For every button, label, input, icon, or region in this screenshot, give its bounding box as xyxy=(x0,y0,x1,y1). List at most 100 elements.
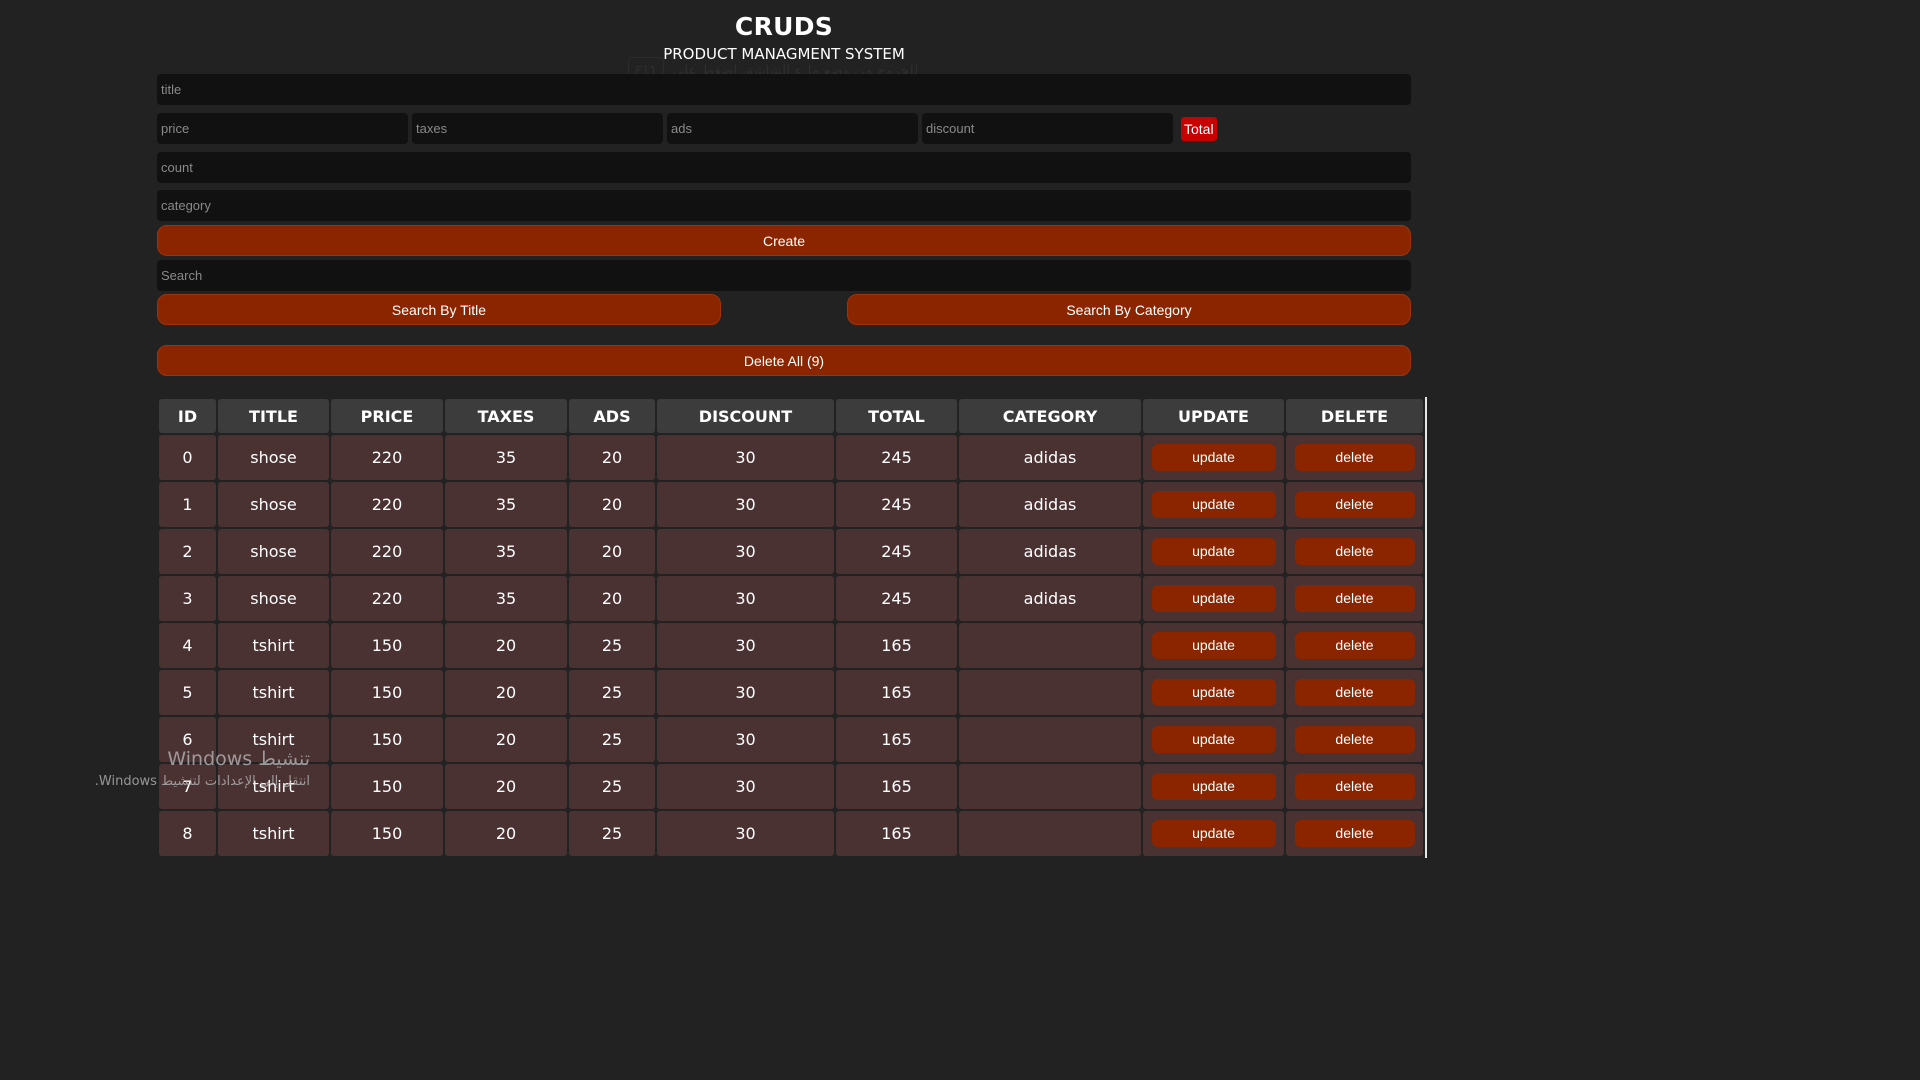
table-row: 6 tshirt 150 20 25 30 165 update delete xyxy=(159,717,1423,762)
windows-activation-watermark: تنشيط Windows انتقل إلى الإعدادات لتنشيط… xyxy=(78,748,310,789)
cell-category xyxy=(959,764,1141,809)
cell-price: 220 xyxy=(331,576,443,621)
cell-taxes: 20 xyxy=(445,811,567,856)
cell-update: update xyxy=(1143,529,1284,574)
cell-id: 8 xyxy=(159,811,216,856)
table-row: 2 shose 220 35 20 30 245 adidas update delete xyxy=(159,529,1423,574)
cell-id: 4 xyxy=(159,623,216,668)
cell-taxes: 20 xyxy=(445,623,567,668)
cell-taxes: 35 xyxy=(445,576,567,621)
cell-total: 165 xyxy=(836,670,957,715)
category-row xyxy=(157,190,1411,221)
cell-update: update xyxy=(1143,811,1284,856)
price-row: Total xyxy=(157,113,1411,144)
cell-discount: 30 xyxy=(657,576,834,621)
cell-price: 150 xyxy=(331,811,443,856)
count-input[interactable] xyxy=(157,152,1411,183)
delete-button[interactable]: delete xyxy=(1294,773,1415,800)
cell-title: shose xyxy=(218,482,329,527)
cell-ads: 20 xyxy=(569,435,655,480)
delete-button[interactable]: delete xyxy=(1294,585,1415,612)
cell-discount: 30 xyxy=(657,482,834,527)
cell-delete: delete xyxy=(1286,717,1423,762)
cell-title: shose xyxy=(218,435,329,480)
cell-delete: delete xyxy=(1286,482,1423,527)
cell-taxes: 35 xyxy=(445,482,567,527)
header-category: CATEGORY xyxy=(959,399,1141,433)
watermark-line-1: تنشيط Windows xyxy=(167,748,310,770)
cell-total: 165 xyxy=(836,717,957,762)
delete-button[interactable]: delete xyxy=(1294,538,1415,565)
cell-category: adidas xyxy=(959,482,1141,527)
header-update: UPDATE xyxy=(1143,399,1284,433)
delete-button[interactable]: delete xyxy=(1294,726,1415,753)
cell-update: update xyxy=(1143,670,1284,715)
cell-price: 150 xyxy=(331,623,443,668)
delete-button[interactable]: delete xyxy=(1294,444,1415,471)
cell-taxes: 20 xyxy=(445,717,567,762)
create-button[interactable]: Create xyxy=(157,225,1411,256)
delete-button[interactable]: delete xyxy=(1294,679,1415,706)
cell-taxes: 20 xyxy=(445,764,567,809)
cell-update: update xyxy=(1143,623,1284,668)
price-input[interactable] xyxy=(157,113,408,144)
header-id: ID xyxy=(159,399,216,433)
cell-price: 150 xyxy=(331,717,443,762)
cell-id: 3 xyxy=(159,576,216,621)
search-buttons-row: Search By Title Search By Category xyxy=(157,294,1411,325)
cell-total: 165 xyxy=(836,623,957,668)
search-by-category-button[interactable]: Search By Category xyxy=(847,294,1411,325)
update-button[interactable]: update xyxy=(1151,773,1276,800)
cell-total: 165 xyxy=(836,764,957,809)
title-input[interactable] xyxy=(157,74,1411,105)
cell-id: 2 xyxy=(159,529,216,574)
cell-delete: delete xyxy=(1286,623,1423,668)
cell-ads: 25 xyxy=(569,717,655,762)
update-button[interactable]: update xyxy=(1151,444,1276,471)
cell-ads: 25 xyxy=(569,623,655,668)
cell-category xyxy=(959,811,1141,856)
cell-taxes: 20 xyxy=(445,670,567,715)
search-by-title-button[interactable]: Search By Title xyxy=(157,294,721,325)
products-table: ID TITLE PRICE TAXES ADS DISCOUNT TOTAL … xyxy=(157,397,1427,858)
table-row: 0 shose 220 35 20 30 245 adidas update delete xyxy=(159,435,1423,480)
cell-discount: 30 xyxy=(657,529,834,574)
cell-ads: 25 xyxy=(569,764,655,809)
cell-title: shose xyxy=(218,576,329,621)
header-price: PRICE xyxy=(331,399,443,433)
delete-button[interactable]: delete xyxy=(1294,632,1415,659)
ads-input[interactable] xyxy=(667,113,918,144)
delete-all-button[interactable]: Delete All (9) xyxy=(157,345,1411,376)
cell-category xyxy=(959,623,1141,668)
update-button[interactable]: update xyxy=(1151,585,1276,612)
cell-ads: 20 xyxy=(569,529,655,574)
update-button[interactable]: update xyxy=(1151,491,1276,518)
update-button[interactable]: update xyxy=(1151,632,1276,659)
table-row: 8 tshirt 150 20 25 30 165 update delete xyxy=(159,811,1423,856)
cell-category: adidas xyxy=(959,529,1141,574)
delete-button[interactable]: delete xyxy=(1294,820,1415,847)
search-row xyxy=(157,260,1411,291)
update-button[interactable]: update xyxy=(1151,679,1276,706)
category-input[interactable] xyxy=(157,190,1411,221)
cell-delete: delete xyxy=(1286,811,1423,856)
discount-input[interactable] xyxy=(922,113,1173,144)
search-input[interactable] xyxy=(157,260,1411,291)
update-button[interactable]: update xyxy=(1151,726,1276,753)
delete-all-row: Delete All (9) xyxy=(157,345,1411,376)
update-button[interactable]: update xyxy=(1151,538,1276,565)
table-row: 5 tshirt 150 20 25 30 165 update delete xyxy=(159,670,1423,715)
cell-discount: 30 xyxy=(657,764,834,809)
cell-category xyxy=(959,670,1141,715)
delete-button[interactable]: delete xyxy=(1294,491,1415,518)
taxes-input[interactable] xyxy=(412,113,663,144)
cell-ads: 20 xyxy=(569,482,655,527)
cell-id: 0 xyxy=(159,435,216,480)
cell-price: 150 xyxy=(331,764,443,809)
cell-category: adidas xyxy=(959,435,1141,480)
cell-update: update xyxy=(1143,764,1284,809)
update-button[interactable]: update xyxy=(1151,820,1276,847)
cell-total: 165 xyxy=(836,811,957,856)
table-header-row: ID TITLE PRICE TAXES ADS DISCOUNT TOTAL … xyxy=(159,399,1423,433)
cell-discount: 30 xyxy=(657,623,834,668)
